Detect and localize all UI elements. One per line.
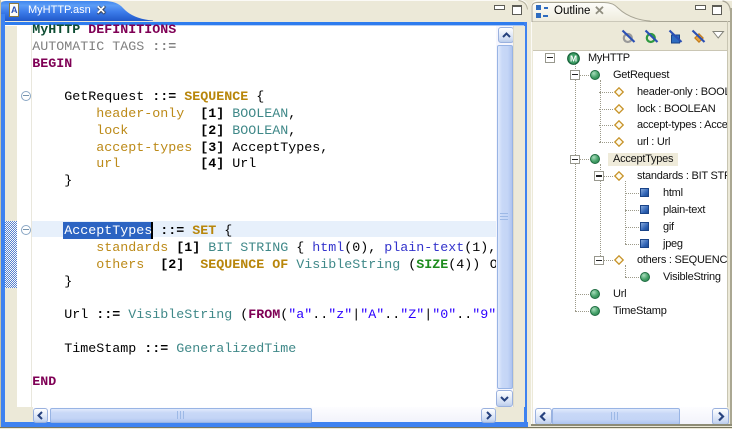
svg-text:M: M: [569, 53, 576, 63]
